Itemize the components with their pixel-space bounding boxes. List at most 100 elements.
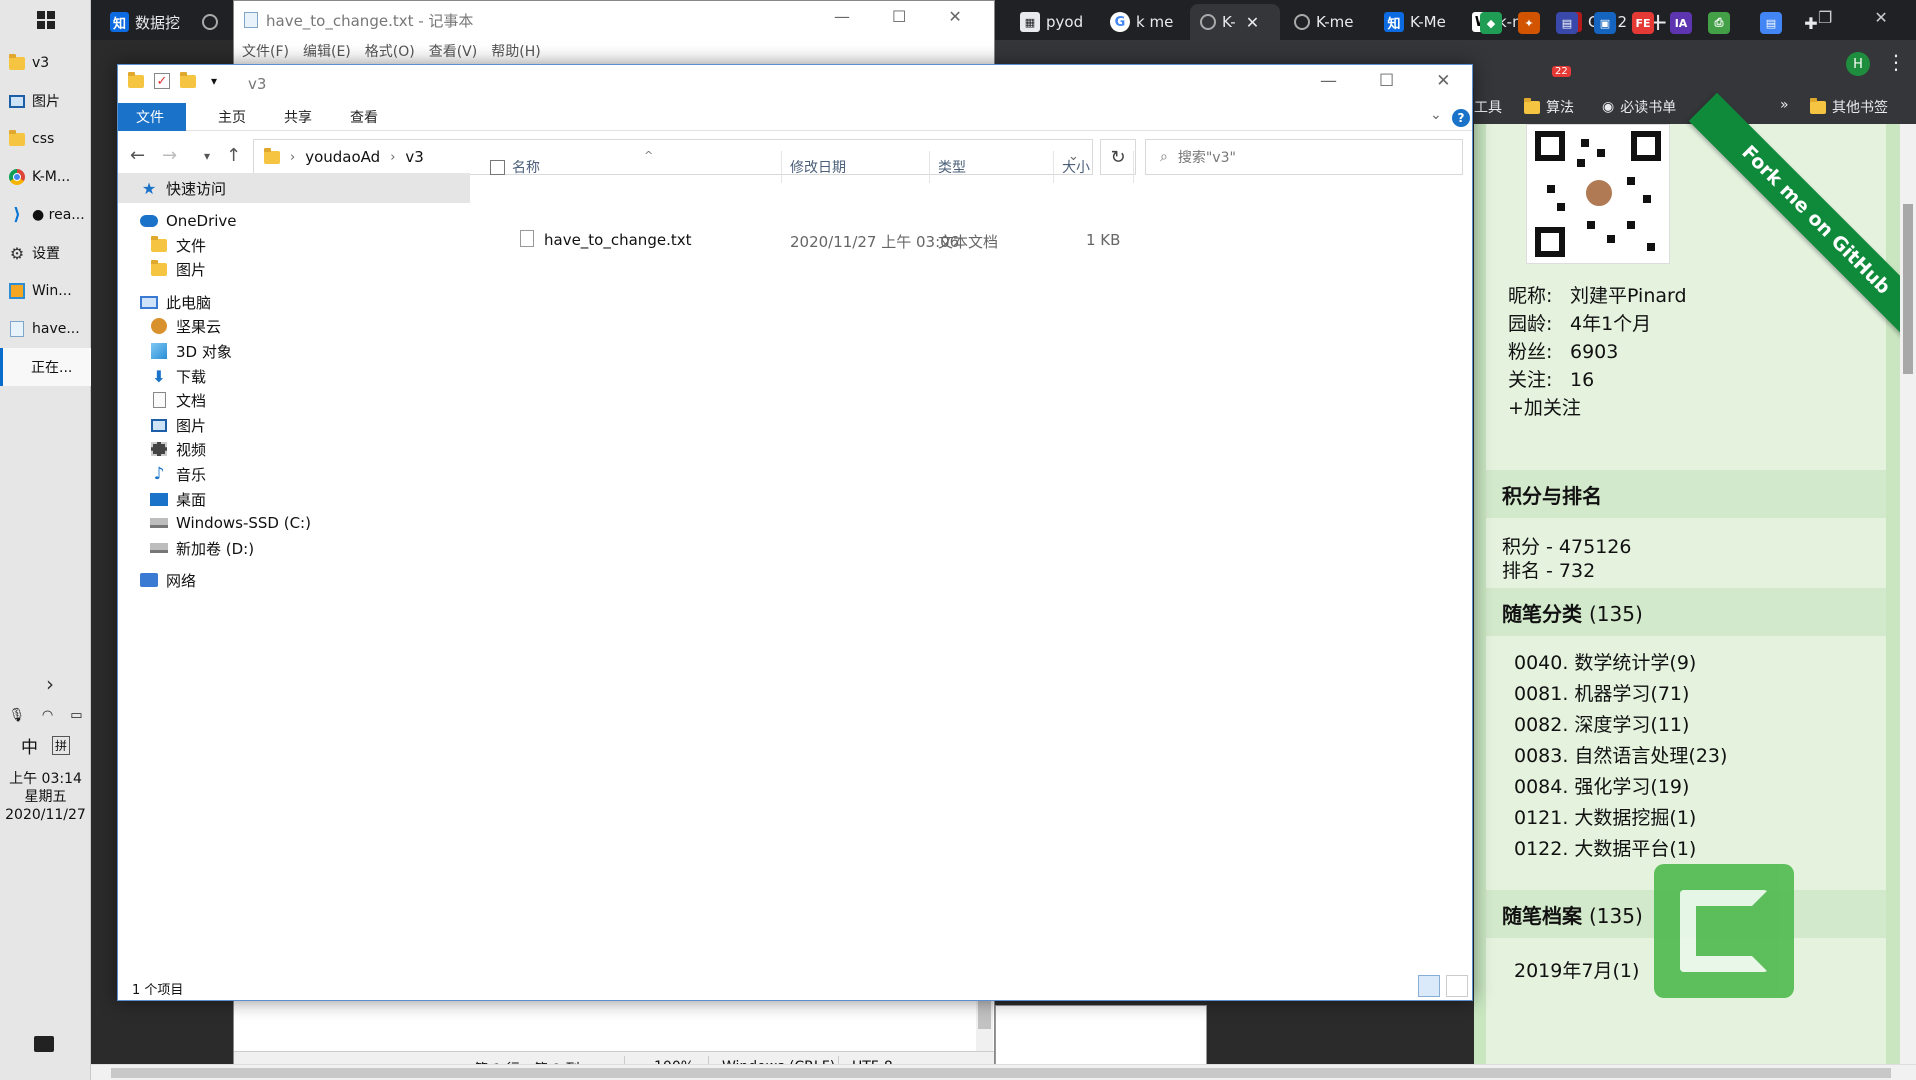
maximize-icon[interactable]: ☐ [1379,71,1394,91]
nav-onedrive-pictures[interactable]: 图片 [118,254,470,284]
start-button[interactable] [0,0,91,40]
ia-extension-icon[interactable]: IA [1670,12,1692,34]
puzzle-icon[interactable]: ✚ [1800,12,1822,34]
wifi-icon[interactable]: ◠ [42,708,53,723]
fe-extension-icon[interactable]: FE [1632,12,1654,34]
taskbar-clock[interactable]: 上午 03:14 星期五 2020/11/27 [0,770,91,824]
breadcrumb-separator[interactable]: › [390,150,395,165]
expand-ribbon-icon[interactable]: ⌄ [1430,107,1442,123]
nav-quick-access[interactable]: ★ 快速访问 [118,173,470,203]
nav-network[interactable]: 网络 [118,565,470,595]
chrome-tab[interactable]: 知 K-Me [1374,4,1460,40]
taskbar-item-recording[interactable]: 正在... [0,348,91,386]
chrome-tab[interactable]: K-me [1284,4,1370,40]
properties-icon[interactable]: ✓ [154,73,170,89]
close-icon[interactable]: ✕ [948,7,961,26]
breadcrumb-item[interactable]: youdaoAd [305,148,380,166]
bookmark-algorithms[interactable]: 算法 [1524,97,1574,117]
category-link[interactable]: 0084. 强化学习(19) [1514,772,1689,799]
taskbar-item-vscode[interactable]: ⟩ ● rea... [0,196,91,234]
select-all-checkbox[interactable] [490,160,505,175]
ime-language[interactable]: 中 [21,733,38,758]
column-name[interactable]: 名称 ^ [504,149,782,183]
tracker-extension-icon[interactable]: ▤ [1556,12,1578,34]
tab-share[interactable]: 共享 [266,103,330,131]
profile-following[interactable]: 16 [1570,369,1594,391]
category-link[interactable]: 0081. 机器学习(71) [1514,679,1689,706]
taskbar-item-pictures[interactable]: 图片 [0,82,91,120]
microphone-icon[interactable]: 🎙 [8,708,25,723]
category-link[interactable]: 0040. 数学统计学(9) [1514,648,1696,675]
taskbar-item-notepad[interactable]: have... [0,310,91,348]
profile-followers[interactable]: 6903 [1570,341,1618,363]
taskbar-item-chrome[interactable]: K-M... [0,158,91,196]
menu-view[interactable]: 查看(V) [429,41,478,61]
close-icon[interactable]: ✕ [1874,8,1887,27]
column-size[interactable]: 大小 [1054,151,1134,183]
ime-indicator[interactable]: 中 拼 [0,732,91,758]
profile-avatar[interactable]: H [1846,52,1870,76]
taskbar-item-v3[interactable]: v3 [0,44,91,82]
menu-edit[interactable]: 编辑(E) [303,41,351,61]
chrome-tab-active[interactable]: K- ✕ [1190,4,1280,40]
column-modified[interactable]: 修改日期 [782,151,930,183]
archive-link[interactable]: 2019年7月(1) [1514,956,1639,983]
profile-nickname[interactable]: 刘建平Pinard [1570,285,1687,307]
help-icon[interactable]: ? [1452,109,1470,127]
battery-icon[interactable]: ▭ [70,708,82,723]
column-type[interactable]: 类型 [930,151,1054,183]
file-name[interactable]: have_to_change.txt [544,231,691,249]
bookmarks-overflow[interactable]: » [1780,97,1789,113]
chrome-tab[interactable]: G k me [1100,4,1186,40]
breadcrumb-separator[interactable]: › [290,150,295,165]
customize-toolbar-icon[interactable]: ▾ [206,73,222,89]
chrome-tab[interactable]: ▦ pyod [1010,4,1094,40]
chrome-tab[interactable]: 知 数据挖 [100,4,190,40]
back-button[interactable]: ← [130,145,145,166]
evernote-extension-icon[interactable]: ◆ [1480,12,1502,34]
menu-format[interactable]: 格式(O) [365,41,415,61]
forward-button[interactable]: → [162,145,177,166]
chrome-menu-icon[interactable]: ⋮ [1886,50,1906,74]
notification-center-icon[interactable] [34,1036,54,1052]
docs-extension-icon[interactable]: ▤ [1760,12,1782,34]
details-view-button[interactable] [1418,975,1440,997]
bookmark-tools[interactable]: 工具 [1474,97,1502,117]
minimize-icon[interactable]: — [834,7,850,26]
fox-extension-icon[interactable]: ✦ [1518,12,1540,34]
taskbar-item-vm[interactable]: Win... [0,272,91,310]
large-icons-view-button[interactable] [1446,975,1468,997]
new-folder-icon[interactable] [180,71,196,89]
blog-scrollbar[interactable] [1900,124,1916,1064]
close-tab-icon[interactable]: ✕ [1246,13,1259,32]
print-extension-icon[interactable]: ⎙ [1708,12,1730,34]
notepad-scrollbar[interactable] [976,1001,993,1051]
menu-file[interactable]: 文件(F) [242,41,289,61]
chrome-tab[interactable] [192,4,232,40]
up-button[interactable]: ↑ [226,145,241,166]
tab-file[interactable]: 文件 [118,103,186,131]
nav-drive-d[interactable]: 新加卷 (D:) [118,533,470,563]
category-link[interactable]: 0122. 大数据平台(1) [1514,834,1696,861]
search-box[interactable]: ⌕ 搜索"v3" [1145,139,1463,175]
ime-mode[interactable]: 拼 [51,735,70,755]
tab-home[interactable]: 主页 [200,103,264,131]
browser-horizontal-scrollbar[interactable] [91,1064,1916,1080]
menu-help[interactable]: 帮助(H) [491,41,540,61]
category-link[interactable]: 0083. 自然语言处理(23) [1514,741,1727,768]
maximize-icon[interactable]: ☐ [892,7,906,26]
bookmark-reading-list[interactable]: ◉ 必读书单 [1602,97,1676,117]
breadcrumb-item[interactable]: v3 [405,148,423,166]
taskbar-item-settings[interactable]: ⚙ 设置 [0,234,91,272]
follow-link[interactable]: +加关注 [1508,394,1687,422]
category-link[interactable]: 0082. 深度学习(11) [1514,710,1689,737]
category-link[interactable]: 0121. 大数据挖掘(1) [1514,803,1696,830]
save-extension-icon[interactable]: ▣ [1594,12,1616,34]
close-icon[interactable]: ✕ [1436,71,1450,91]
tab-view[interactable]: 查看 [332,103,396,131]
recent-locations-icon[interactable]: ▾ [204,149,210,163]
bookmark-other[interactable]: 其他书签 [1810,97,1888,117]
taskbar-item-css[interactable]: css [0,120,91,158]
minimize-icon[interactable]: — [1320,71,1337,91]
file-row[interactable]: have_to_change.txt 2020/11/27 上午 03:06 文… [480,225,1120,255]
